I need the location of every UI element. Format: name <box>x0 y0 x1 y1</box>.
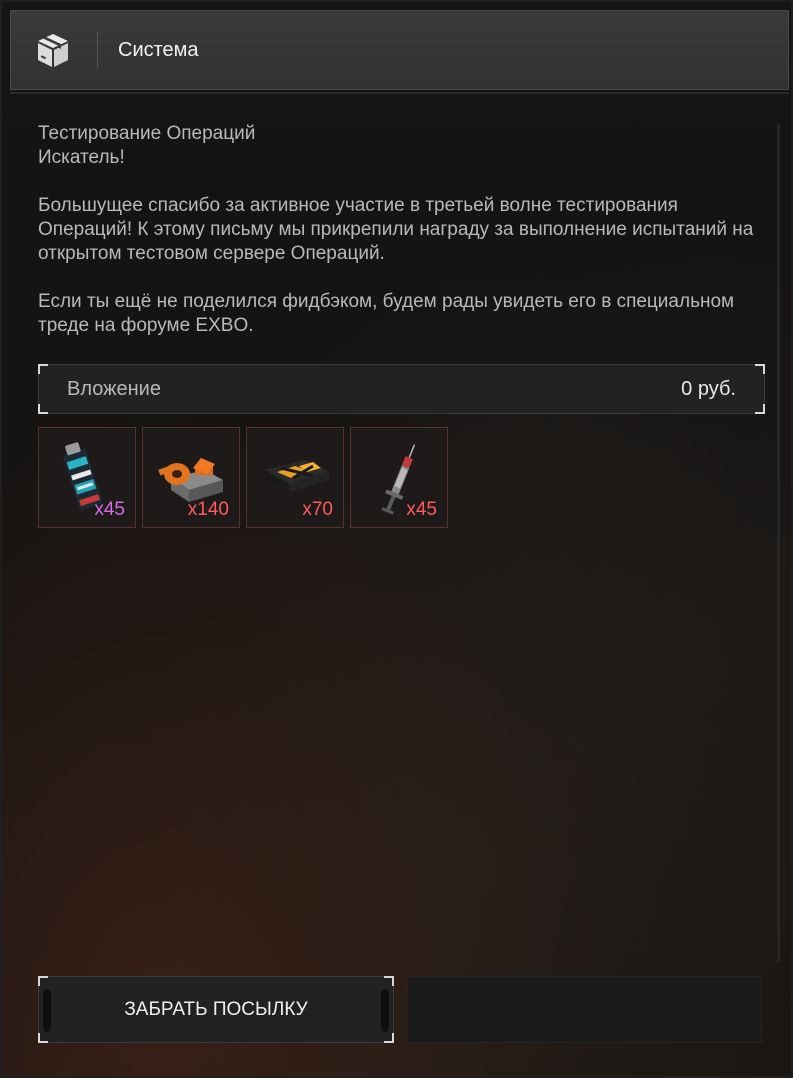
message-paragraph: Если ты ещё не поделился фидбэком, будем… <box>38 291 735 336</box>
item-count: x45 <box>94 499 125 520</box>
item-count: x70 <box>302 499 333 520</box>
item-count: x45 <box>406 499 437 520</box>
attachment-price: 0 руб. <box>681 377 736 400</box>
attachment-bar: Вложение 0 руб. <box>38 364 765 414</box>
attachment-item[interactable]: x140 <box>142 427 240 528</box>
take-package-button[interactable]: ЗАБРАТЬ ПОСЫЛКУ <box>38 976 394 1043</box>
header-title: Система <box>118 38 199 61</box>
package-icon <box>33 30 73 70</box>
attachment-items: x45 x140 x70 x45 <box>38 427 454 528</box>
header-underline <box>10 92 789 94</box>
attachment-item[interactable]: x45 <box>38 427 136 528</box>
attachment-label: Вложение <box>67 377 161 400</box>
message-subject: Тестирование Операций <box>38 123 256 144</box>
header-divider <box>97 32 98 68</box>
message-paragraph: Большущее спасибо за активное участие в … <box>38 195 754 264</box>
mail-header: Система <box>10 10 789 90</box>
message-greeting: Искатель! <box>38 147 125 168</box>
mail-window: Система Тестирование Операций Искатель! … <box>0 0 793 1078</box>
take-package-label: ЗАБРАТЬ ПОСЫЛКУ <box>124 998 308 1020</box>
attachment-item[interactable]: x45 <box>350 427 448 528</box>
attachment-item[interactable]: x70 <box>246 427 344 528</box>
message-body: Тестирование Операций Искатель! Большуще… <box>38 122 768 338</box>
scrollbar[interactable] <box>777 124 780 962</box>
secondary-button-slot <box>407 976 762 1043</box>
item-count: x140 <box>187 499 229 520</box>
